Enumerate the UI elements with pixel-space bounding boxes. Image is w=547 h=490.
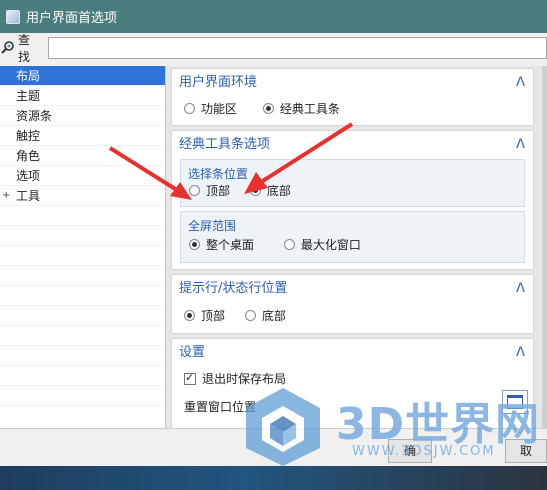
taskbar-strip [0, 466, 547, 490]
radio-bar-bottom[interactable]: 底部 [249, 182, 291, 199]
tree-item-layout[interactable]: 布局 [0, 66, 165, 86]
section-cue-line-position: 提示行/状态行位置 ᐱ 顶部 底部 [171, 274, 534, 334]
settings-panel: 用户界面环境 ᐱ 功能区 经典工具条 经典工具条选项 ᐱ 选择条位置 顶部 底部… [166, 66, 547, 428]
group-bar-position: 选择条位置 顶部 底部 [180, 159, 525, 207]
tree-item-tools[interactable]: + 工具 [0, 186, 165, 206]
radio-ribbon[interactable]: 功能区 [184, 100, 237, 117]
radio-bar-top[interactable]: 顶部 [189, 182, 230, 199]
collapse-icon[interactable]: ᐱ [516, 131, 525, 159]
tree-item-label: 角色 [16, 149, 41, 163]
cancel-button[interactable]: 取 [505, 439, 547, 463]
radio-maximized-window[interactable]: 最大化窗口 [283, 236, 361, 253]
search-label: 查找 [17, 33, 30, 64]
tree-item-label: 工具 [16, 189, 41, 203]
reset-window-label: 重置窗口位置 [184, 399, 257, 414]
section-title-text: 用户界面环境 [179, 75, 258, 90]
collapse-icon[interactable]: ᐱ [516, 275, 525, 303]
tree-empty-row [0, 206, 165, 226]
ok-button[interactable]: 确 [388, 439, 432, 463]
tree-empty-row [0, 246, 165, 266]
tree-item-label: 主题 [16, 89, 41, 103]
radio-dot [244, 310, 256, 321]
tree-item-role[interactable]: 角色 [0, 146, 165, 166]
section-title[interactable]: 设置 ᐱ [172, 339, 533, 367]
radio-classic-toolbar[interactable]: 经典工具条 [262, 100, 340, 117]
radio-cue-bottom[interactable]: 底部 [244, 307, 286, 324]
collapse-icon[interactable]: ᐱ [516, 69, 525, 97]
tree-item-label: 选项 [16, 169, 41, 183]
search-bar: 查找 [0, 33, 547, 64]
tree-item-label: 资源条 [16, 109, 53, 123]
tree-empty-row [0, 326, 165, 346]
radio-dot [189, 239, 200, 250]
radio-label: 整个桌面 [206, 238, 255, 252]
tree-empty-row [0, 386, 165, 406]
radio-dot [262, 103, 274, 114]
radio-whole-desktop[interactable]: 整个桌面 [189, 236, 254, 253]
radio-dot [283, 239, 295, 250]
group-title: 选择条位置 [188, 167, 249, 181]
search-icon[interactable] [0, 40, 16, 56]
radio-label: 底部 [261, 309, 286, 323]
radio-dot [249, 185, 261, 196]
section-settings: 设置 ᐱ 退出时保存布局 重置窗口位置 [171, 338, 534, 428]
radio-label: 顶部 [206, 184, 231, 198]
app-icon [6, 9, 20, 24]
collapse-icon[interactable]: ᐱ [516, 339, 525, 367]
tree-empty-row [0, 366, 165, 386]
section-classic-toolbar: 经典工具条选项 ᐱ 选择条位置 顶部 底部 全屏范围 整个桌面 最大化窗口 [171, 130, 534, 270]
section-title-text: 经典工具条选项 [179, 137, 271, 152]
tree-empty-row [0, 226, 165, 246]
tree-item-options[interactable]: 选项 [0, 166, 165, 186]
tree-empty-row [0, 306, 165, 326]
checkbox-box [184, 371, 196, 385]
section-ui-environment: 用户界面环境 ᐱ 功能区 经典工具条 [171, 68, 534, 126]
radio-label: 功能区 [201, 102, 238, 116]
section-title[interactable]: 用户界面环境 ᐱ [172, 69, 533, 97]
radio-cue-top[interactable]: 顶部 [184, 307, 225, 324]
section-title-text: 设置 [179, 345, 206, 360]
checkbox-save-layout[interactable]: 退出时保存布局 [184, 370, 286, 387]
scrollbar[interactable] [542, 66, 547, 428]
window-title: 用户界面首选项 [26, 11, 118, 26]
radio-dot [189, 185, 200, 196]
tree-item-touch[interactable]: 触控 [0, 126, 165, 146]
section-title[interactable]: 提示行/状态行位置 ᐱ [172, 275, 533, 303]
radio-dot [184, 310, 195, 321]
tree-item-label: 布局 [16, 69, 41, 83]
radio-label: 顶部 [201, 309, 226, 323]
tree-item-resource-bar[interactable]: 资源条 [0, 106, 165, 126]
section-title[interactable]: 经典工具条选项 ᐱ [172, 131, 533, 159]
title-bar: 用户界面首选项 [0, 0, 547, 33]
radio-label: 底部 [266, 184, 291, 198]
radio-label: 经典工具条 [279, 102, 340, 116]
tree-item-label: 触控 [16, 129, 41, 143]
tree-empty-row [0, 286, 165, 306]
tree-item-theme[interactable]: 主题 [0, 86, 165, 106]
radio-label: 最大化窗口 [300, 238, 361, 252]
group-title: 全屏范围 [188, 219, 237, 233]
search-input[interactable] [47, 37, 547, 59]
checkbox-label: 退出时保存布局 [202, 372, 287, 386]
window-icon [507, 394, 523, 409]
expand-icon[interactable]: + [2, 186, 10, 206]
cancel-button-label: 取 [519, 444, 532, 458]
category-tree: 布局 主题 资源条 触控 角色 选项 + 工具 [0, 66, 166, 428]
tree-empty-row [0, 266, 165, 286]
tree-empty-row [0, 346, 165, 366]
ok-button-label: 确 [403, 444, 416, 458]
section-title-text: 提示行/状态行位置 [179, 281, 288, 296]
reset-window-button[interactable] [502, 389, 528, 414]
radio-dot [184, 103, 195, 114]
group-fullscreen: 全屏范围 整个桌面 最大化窗口 [180, 211, 525, 263]
